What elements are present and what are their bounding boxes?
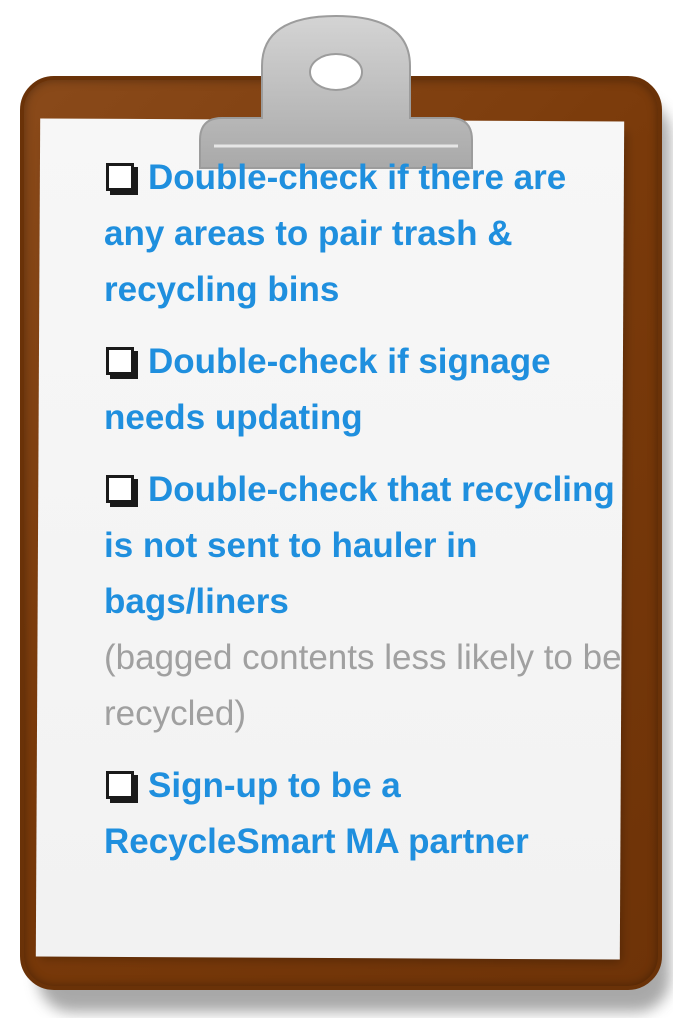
empty-checkbox-icon[interactable] — [106, 771, 134, 799]
checklist-item-pair-bins: Double-check if there are any areas to p… — [104, 150, 624, 318]
checklist-item-partner-signup: Sign-up to be a RecycleSmart MA partner — [104, 758, 624, 870]
empty-checkbox-icon[interactable] — [106, 475, 134, 503]
empty-checkbox-icon[interactable] — [106, 163, 134, 191]
empty-checkbox-icon[interactable] — [106, 347, 134, 375]
clipboard-graphic: Double-check if there are any areas to p… — [0, 0, 673, 1018]
checklist-item-bags-liners: Double-check that recycling is not sent … — [104, 462, 624, 742]
checklist-item-signage: Double-check if signage needs updating — [104, 334, 624, 446]
checklist-item-label: Double-check if signage needs updating — [104, 342, 551, 437]
checklist-item-note: (bagged contents less likely to be recyc… — [104, 638, 622, 733]
checklist-item-label: Sign-up to be a RecycleSmart MA partner — [104, 766, 529, 861]
checklist-item-label: Double-check that recycling is not sent … — [104, 470, 615, 621]
checklist: Double-check if there are any areas to p… — [104, 150, 624, 870]
checklist-item-label: Double-check if there are any areas to p… — [104, 158, 567, 309]
